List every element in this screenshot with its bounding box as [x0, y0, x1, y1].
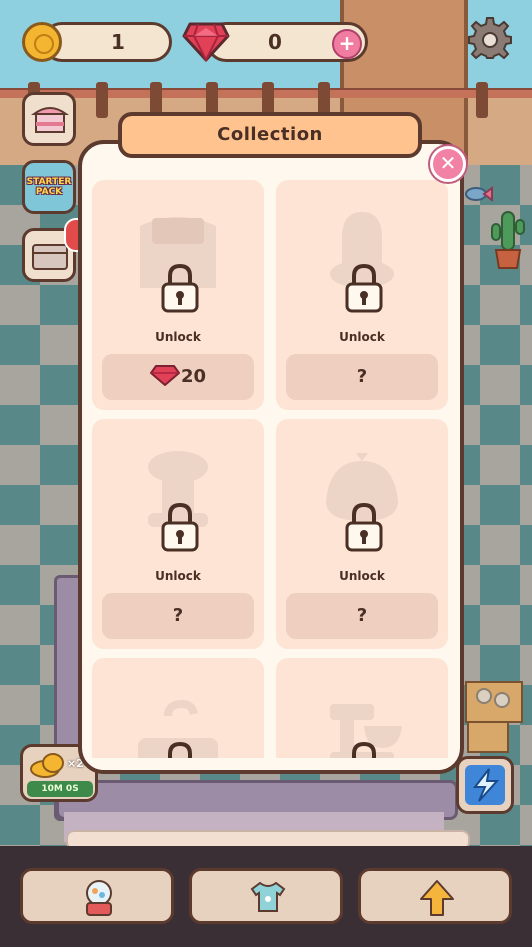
- unlock-price-button[interactable]: ?: [286, 593, 438, 639]
- cardboard-boxes-icon: [465, 681, 523, 753]
- gacha-machine-button[interactable]: [20, 868, 174, 924]
- fence-post: [476, 82, 488, 118]
- market-stall-icon: [30, 107, 70, 133]
- modal-bottom-padding: [82, 758, 460, 770]
- fence-post: [96, 82, 108, 118]
- starter-pack-button[interactable]: STARTER PACK: [22, 160, 76, 214]
- ruby-gem-icon: [182, 22, 230, 62]
- collection-card[interactable]: [276, 658, 448, 770]
- outfit-shirt-button[interactable]: [189, 868, 343, 924]
- storage-box-icon: [32, 244, 68, 270]
- collection-card[interactable]: [92, 658, 264, 770]
- boost-zap-button[interactable]: [456, 756, 514, 814]
- modal-title: Collection: [118, 112, 422, 158]
- cactus-plant-icon: [491, 211, 525, 269]
- ruby-gem-icon: [149, 365, 180, 386]
- close-x-icon[interactable]: ✕: [430, 146, 466, 182]
- unlock-price-button[interactable]: ?: [286, 354, 438, 400]
- unlock-label: Unlock: [339, 569, 385, 583]
- add-gems-button[interactable]: +: [332, 29, 362, 59]
- coin-count: 1: [111, 30, 125, 54]
- lightning-bolt-icon: [465, 765, 505, 805]
- collection-modal: Unlock 20 Unlock ? Unlock ? Unlock ?: [78, 140, 464, 774]
- unlock-label: Unlock: [339, 330, 385, 344]
- unlock-label: Unlock: [155, 330, 201, 344]
- collection-card[interactable]: Unlock ?: [92, 419, 264, 649]
- padlock-icon: [345, 502, 383, 552]
- fish-sign-icon: [465, 186, 493, 202]
- padlock-icon: [345, 263, 383, 313]
- gear-icon[interactable]: [468, 17, 512, 61]
- up-arrow-icon: [420, 880, 454, 916]
- gem-count: 0: [268, 30, 282, 54]
- upgrade-arrow-button[interactable]: [358, 868, 512, 924]
- price-value: 20: [180, 366, 207, 387]
- boost-timer: 10M 0S: [27, 781, 93, 797]
- padlock-icon: [161, 263, 199, 313]
- shop-stall-button[interactable]: [22, 92, 76, 146]
- starter-pack-label: STARTER: [26, 177, 72, 187]
- unlock-price-button[interactable]: 20: [102, 354, 254, 400]
- starter-pack-label: PACK: [35, 187, 63, 197]
- collection-card[interactable]: Unlock ?: [276, 419, 448, 649]
- collection-card[interactable]: Unlock ?: [276, 180, 448, 410]
- unlock-price-button[interactable]: ?: [102, 593, 254, 639]
- collection-card[interactable]: Unlock 20: [92, 180, 264, 410]
- cat-coin-icon: [22, 22, 62, 62]
- coin-stack-icon: [30, 753, 64, 778]
- gacha-machine-icon: [86, 880, 112, 916]
- unlock-label: Unlock: [155, 569, 201, 583]
- tshirt-icon: [250, 881, 286, 912]
- padlock-icon: [161, 502, 199, 552]
